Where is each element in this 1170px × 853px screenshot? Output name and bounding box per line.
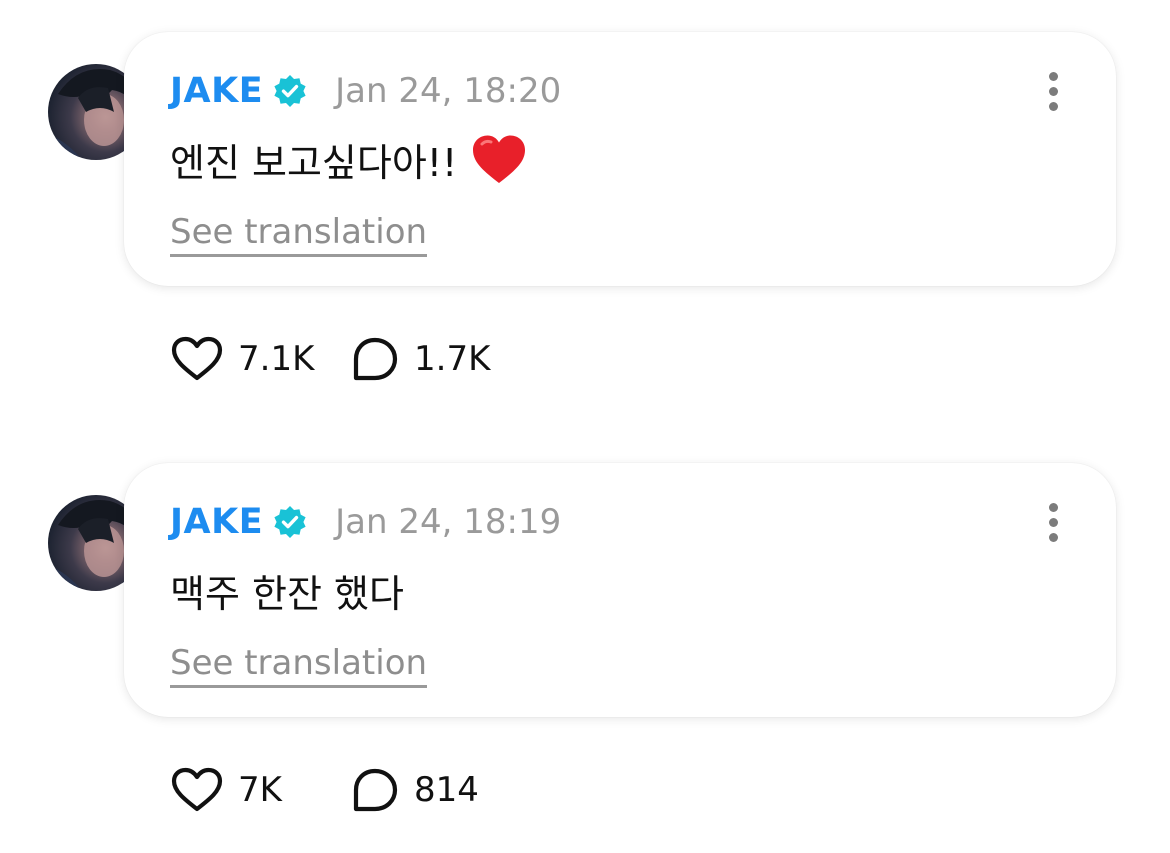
post-text: 맥주 한잔 했다 <box>170 563 404 618</box>
post-header: JAKE Jan 24, 18:19 <box>170 501 561 543</box>
post-card: JAKE Jan 24, 18:19 맥주 한잔 했다 See translat… <box>124 463 1116 717</box>
author-name[interactable]: JAKE <box>170 502 263 542</box>
like-button[interactable]: 7.1K <box>170 336 350 382</box>
post-text-content: 맥주 한잔 했다 <box>170 572 404 616</box>
comment-bubble-icon <box>353 337 398 381</box>
see-translation-link[interactable]: See translation <box>170 643 428 688</box>
post-text: 엔진 보고싶다아!! <box>170 132 527 187</box>
like-count: 7K <box>238 770 282 810</box>
post-date: Jan 24, 18:19 <box>335 502 562 542</box>
post-text-content: 엔진 보고싶다아!! <box>170 141 458 185</box>
see-translation-link[interactable]: See translation <box>170 212 428 257</box>
like-button[interactable]: 7K <box>170 767 350 813</box>
heart-outline-icon <box>171 767 223 812</box>
author-name[interactable]: JAKE <box>170 71 263 111</box>
like-count: 7.1K <box>238 339 315 379</box>
post-card: JAKE Jan 24, 18:20 엔진 보고싶다아!! See transl… <box>124 32 1116 286</box>
red-heart-emoji <box>471 134 527 186</box>
more-vertical-icon[interactable] <box>1046 503 1060 543</box>
more-vertical-icon[interactable] <box>1046 72 1060 112</box>
post-date: Jan 24, 18:20 <box>335 71 562 111</box>
comment-button[interactable]: 814 <box>350 767 479 813</box>
verified-badge-icon <box>273 505 307 539</box>
heart-outline-icon <box>171 336 223 381</box>
comment-count: 1.7K <box>414 339 491 379</box>
comment-button[interactable]: 1.7K <box>350 336 490 382</box>
post-actions: 7K 814 <box>170 767 479 813</box>
comment-count: 814 <box>414 770 479 810</box>
verified-badge-icon <box>273 74 307 108</box>
post-header: JAKE Jan 24, 18:20 <box>170 70 561 112</box>
post-actions: 7.1K 1.7K <box>170 336 490 382</box>
comment-bubble-icon <box>353 768 398 812</box>
